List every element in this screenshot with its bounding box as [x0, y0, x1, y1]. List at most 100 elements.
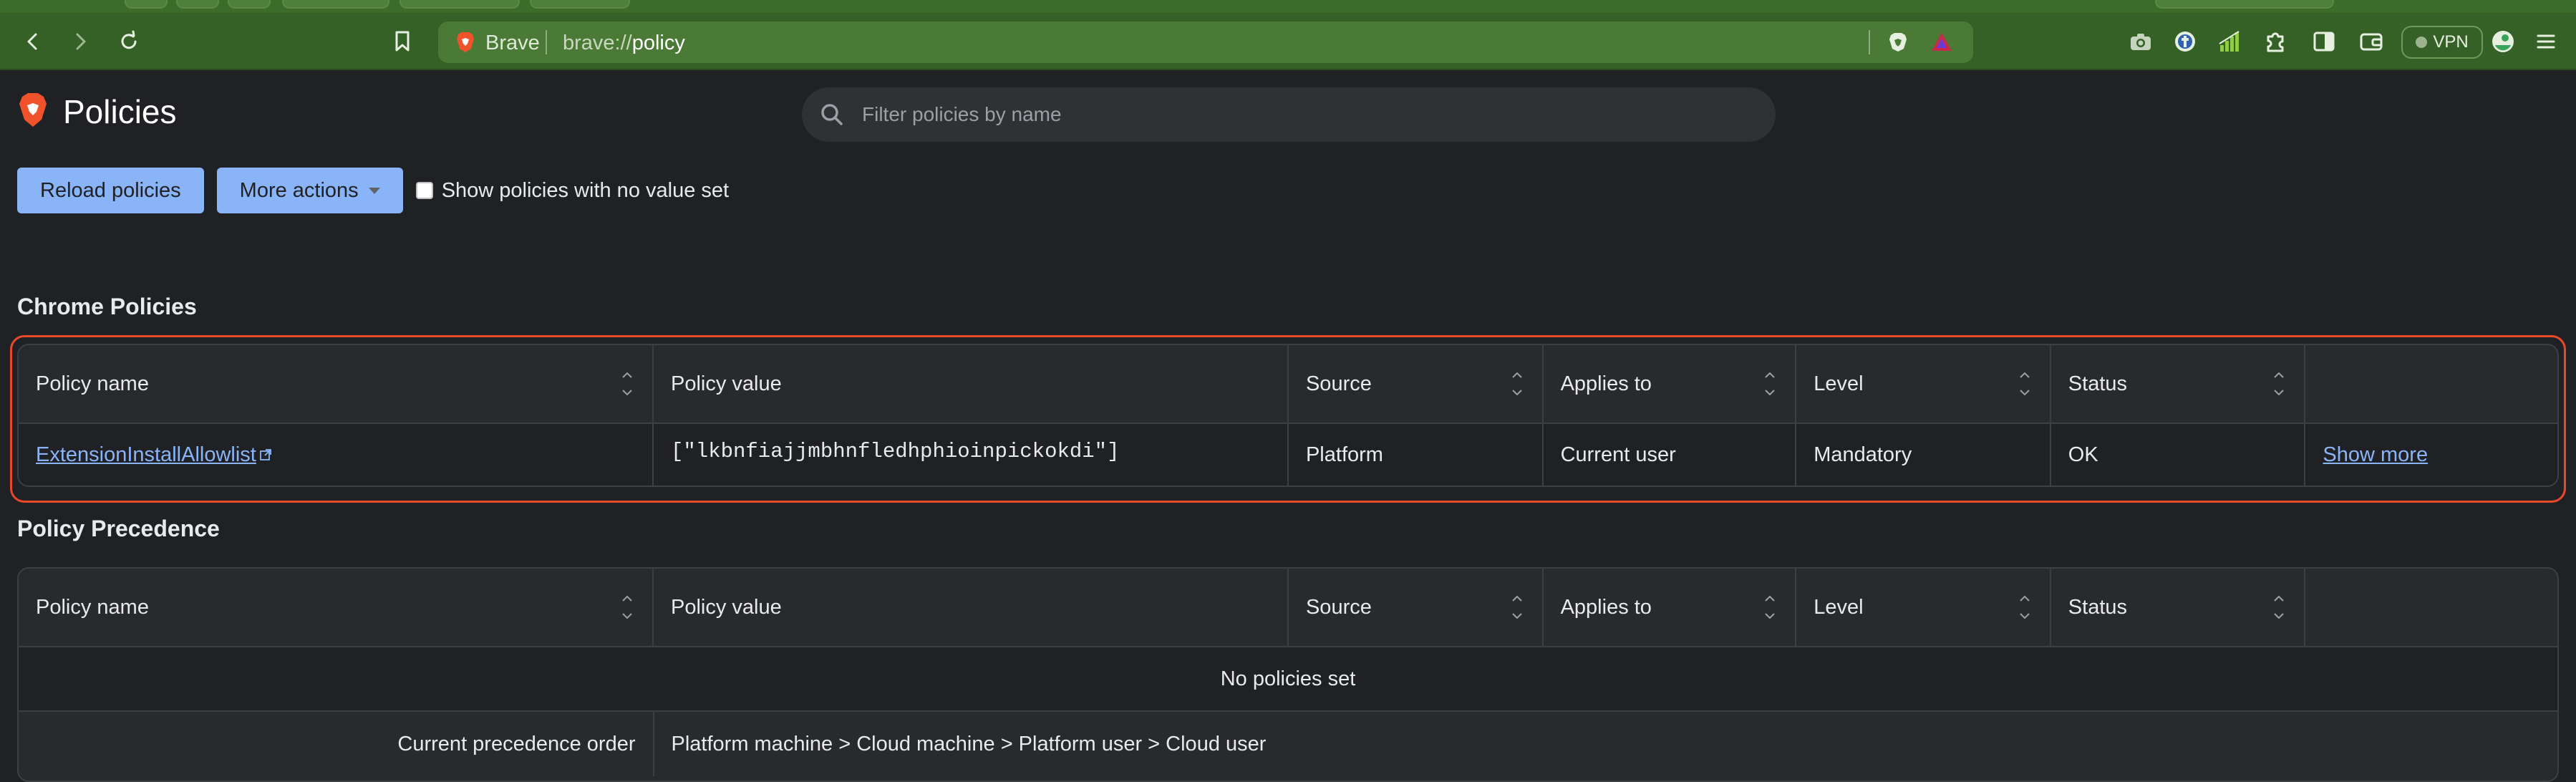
tab-stub[interactable]	[400, 0, 520, 9]
vpn-button[interactable]: VPN	[2401, 26, 2483, 59]
address-bar[interactable]: Brave brave://policy	[438, 21, 1973, 63]
privacy-extension-icon	[2175, 32, 2195, 52]
header-label: Source	[1305, 595, 1372, 619]
sort-icon	[622, 595, 632, 619]
extension-button[interactable]	[2209, 21, 2250, 62]
more-actions-button[interactable]: More actions	[216, 168, 403, 213]
sidebar-button[interactable]	[2304, 21, 2344, 62]
sidebar-icon	[2313, 32, 2335, 52]
column-header-actions	[2305, 569, 2557, 646]
column-header-level[interactable]: Level	[1796, 345, 2051, 423]
column-header-policy-name[interactable]: Policy name	[19, 569, 654, 646]
policy-search[interactable]	[802, 87, 1776, 142]
more-actions-label: More actions	[239, 178, 359, 202]
show-unset-toggle[interactable]: Show policies with no value set	[415, 179, 729, 203]
brave-lion-icon	[455, 32, 475, 57]
sort-icon	[2274, 372, 2285, 396]
header-label: Policy name	[36, 372, 149, 395]
address-separator	[546, 30, 547, 54]
brave-shields-icon[interactable]	[1887, 32, 1909, 57]
tab-stub[interactable]	[125, 0, 168, 9]
column-header-source[interactable]: Source	[1289, 345, 1544, 423]
extension-button[interactable]	[2165, 21, 2205, 62]
forward-arrow-icon	[76, 33, 86, 50]
column-header-applies-to[interactable]: Applies to	[1544, 569, 1797, 646]
reload-policies-label: Reload policies	[40, 178, 181, 202]
hamburger-menu-icon	[2537, 34, 2555, 49]
brave-rewards-icon[interactable]	[1930, 32, 1953, 57]
browser-toolbar: Brave brave://policy VPN	[0, 13, 2576, 70]
column-header-status[interactable]: Status	[2051, 569, 2306, 646]
wallet-button[interactable]	[2351, 21, 2391, 62]
header-label: Applies to	[1560, 595, 1652, 619]
show-more-link[interactable]: Show more	[2323, 443, 2428, 467]
url-page: policy	[631, 32, 685, 54]
brave-logo-icon	[17, 92, 49, 132]
dropdown-caret-icon	[368, 187, 380, 194]
reload-icon	[121, 30, 137, 49]
bookmark-button[interactable]	[382, 21, 422, 62]
reload-policies-button[interactable]: Reload policies	[17, 168, 204, 213]
sort-icon	[2274, 595, 2285, 619]
back-arrow-icon	[27, 33, 37, 50]
forward-button[interactable]	[60, 21, 100, 62]
sort-icon	[1765, 595, 1775, 619]
tab-stub[interactable]	[176, 0, 219, 9]
column-header-actions	[2305, 345, 2557, 423]
table-header-row: Policy name Policy value Source Applies …	[19, 569, 2557, 647]
sort-icon	[1765, 372, 1775, 396]
column-header-source[interactable]: Source	[1289, 569, 1544, 646]
sort-icon	[2020, 595, 2030, 619]
header-label: Status	[2068, 595, 2128, 619]
table-row: Current precedence order Platform machin…	[19, 712, 2557, 776]
column-header-policy-name[interactable]: Policy name	[19, 345, 654, 423]
policy-precedence-title: Policy Precedence	[17, 516, 220, 541]
header-label: Level	[1814, 372, 1864, 395]
column-header-level[interactable]: Level	[1796, 569, 2051, 646]
no-policies-message: No policies set	[19, 647, 2557, 710]
chrome-policies-title: Chrome Policies	[17, 294, 197, 319]
screenshot-button[interactable]	[2121, 21, 2161, 62]
page-title: Policies	[63, 93, 177, 130]
address-divider	[1869, 30, 1870, 54]
policy-page: Policies Reload policies More actions Sh…	[0, 72, 2576, 782]
action-bar: Reload policies More actions Show polici…	[17, 168, 729, 213]
tab-strip	[0, 0, 2576, 13]
policy-name-cell: ExtensionInstallAllowlist	[19, 424, 654, 486]
table-header-row: Policy name Policy value Source Applies …	[19, 345, 2557, 424]
extensions-button[interactable]	[2255, 21, 2295, 62]
avatar-icon	[2492, 31, 2514, 52]
vpn-status-icon	[2416, 37, 2428, 48]
tab-stub[interactable]	[2155, 0, 2334, 9]
tab-stub[interactable]	[228, 0, 271, 9]
header-label: Policy value	[670, 372, 782, 395]
tab-stub[interactable]	[530, 0, 630, 9]
url-scheme: brave://	[563, 32, 632, 54]
column-header-policy-value: Policy value	[654, 345, 1289, 423]
bookmark-icon	[395, 31, 410, 52]
policy-name-link[interactable]: ExtensionInstallAllowlist	[36, 443, 256, 467]
table-row: No policies set	[19, 647, 2557, 712]
column-header-applies-to[interactable]: Applies to	[1544, 345, 1797, 423]
address-bar-brand: Brave	[485, 32, 540, 54]
address-url[interactable]: brave://policy	[563, 32, 685, 55]
policy-applies-to-cell: Current user	[1543, 424, 1797, 486]
search-input[interactable]	[862, 87, 1750, 142]
vpn-label: VPN	[2433, 32, 2469, 52]
column-header-status[interactable]: Status	[2051, 345, 2306, 423]
reload-button[interactable]	[109, 21, 149, 62]
show-unset-checkbox[interactable]	[415, 182, 433, 199]
search-icon	[819, 102, 845, 131]
signal-bars-icon	[2219, 31, 2240, 52]
header-label: Policy value	[670, 595, 782, 619]
page-header: Policies	[17, 90, 177, 133]
tab-stub[interactable]	[282, 0, 389, 9]
external-link-icon	[259, 449, 271, 460]
sort-icon	[622, 372, 632, 396]
policy-status-cell: OK	[2050, 424, 2306, 486]
profile-button[interactable]	[2483, 21, 2523, 62]
back-button[interactable]	[13, 21, 53, 62]
camera-icon	[2131, 34, 2151, 50]
header-label: Level	[1814, 595, 1864, 619]
main-menu-button[interactable]	[2526, 21, 2566, 62]
